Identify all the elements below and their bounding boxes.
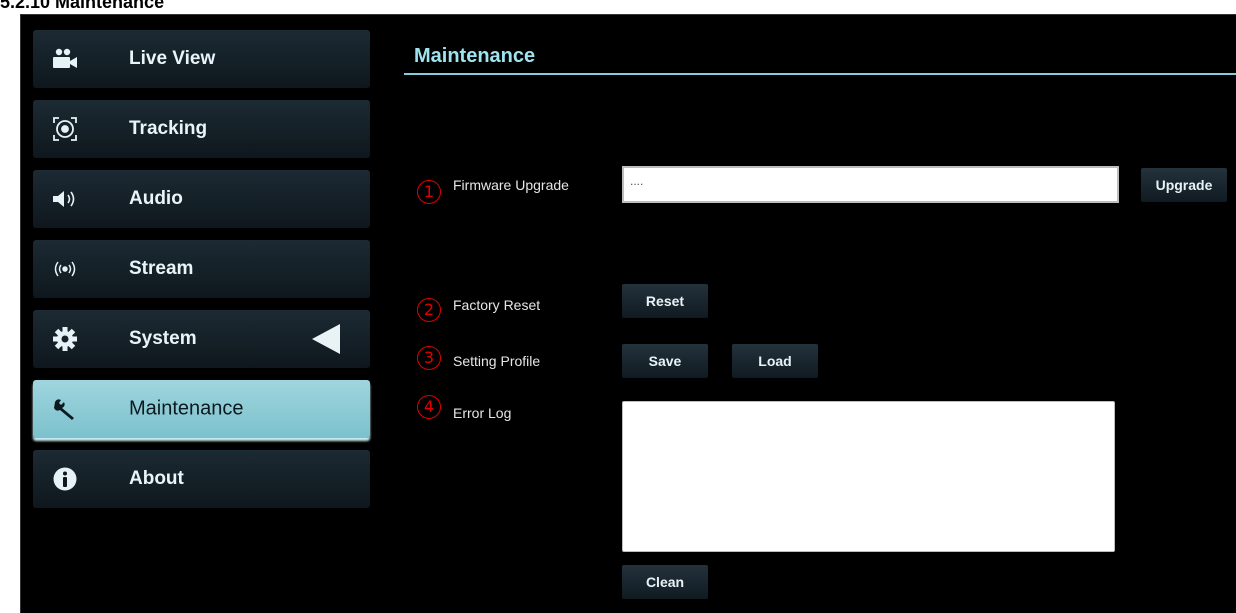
error-log-textarea[interactable]: [622, 401, 1115, 552]
load-button[interactable]: Load: [732, 344, 818, 378]
collapse-arrow-icon[interactable]: [312, 324, 340, 354]
tracking-target-icon: [51, 115, 79, 143]
title-divider: [404, 73, 1236, 75]
sidebar-item-tracking[interactable]: Tracking: [33, 100, 370, 158]
info-icon: [51, 465, 79, 493]
gear-icon: [51, 325, 79, 353]
setting-profile-label: Setting Profile: [453, 353, 541, 369]
firmware-file-input[interactable]: ....: [622, 166, 1119, 203]
clean-button[interactable]: Clean: [622, 565, 708, 599]
save-button[interactable]: Save: [622, 344, 708, 378]
sidebar-item-stream[interactable]: Stream: [33, 240, 370, 298]
error-log-label: Error Log: [453, 405, 512, 421]
firmware-upgrade-label: Firmware Upgrade: [453, 177, 569, 193]
page-title: Maintenance: [414, 45, 536, 67]
sidebar-item-label: About: [129, 468, 184, 489]
upgrade-button[interactable]: Upgrade: [1141, 168, 1227, 202]
video-camera-icon: [51, 45, 79, 73]
sidebar-item-label: Stream: [129, 258, 194, 279]
sidebar-item-audio[interactable]: Audio: [33, 170, 370, 228]
wrench-icon: [51, 395, 79, 423]
reset-button[interactable]: Reset: [622, 284, 708, 318]
annotation-marker-4: 4: [417, 395, 441, 419]
sidebar-item-label: Maintenance: [129, 397, 244, 420]
sidebar-item-label: Live View: [129, 48, 216, 69]
sidebar-item-maintenance[interactable]: Maintenance: [33, 380, 370, 438]
app-window: Live View Tracking Audio Stream System M…: [20, 14, 1236, 613]
sidebar-item-label: Audio: [129, 188, 183, 209]
sidebar-item-label: System: [129, 328, 197, 349]
broadcast-icon: [51, 255, 79, 283]
annotation-marker-3: 3: [417, 346, 441, 370]
sidebar-item-live-view[interactable]: Live View: [33, 30, 370, 88]
factory-reset-label: Factory Reset: [453, 297, 541, 313]
sidebar-item-label: Tracking: [129, 118, 208, 139]
annotation-marker-1: 1: [417, 180, 441, 204]
document-section-heading: 5.2.10 Maintenance: [0, 0, 165, 12]
sidebar-item-system[interactable]: System: [33, 310, 370, 368]
sidebar-item-about[interactable]: About: [33, 450, 370, 508]
speaker-icon: [51, 185, 79, 213]
annotation-marker-2: 2: [417, 298, 441, 322]
